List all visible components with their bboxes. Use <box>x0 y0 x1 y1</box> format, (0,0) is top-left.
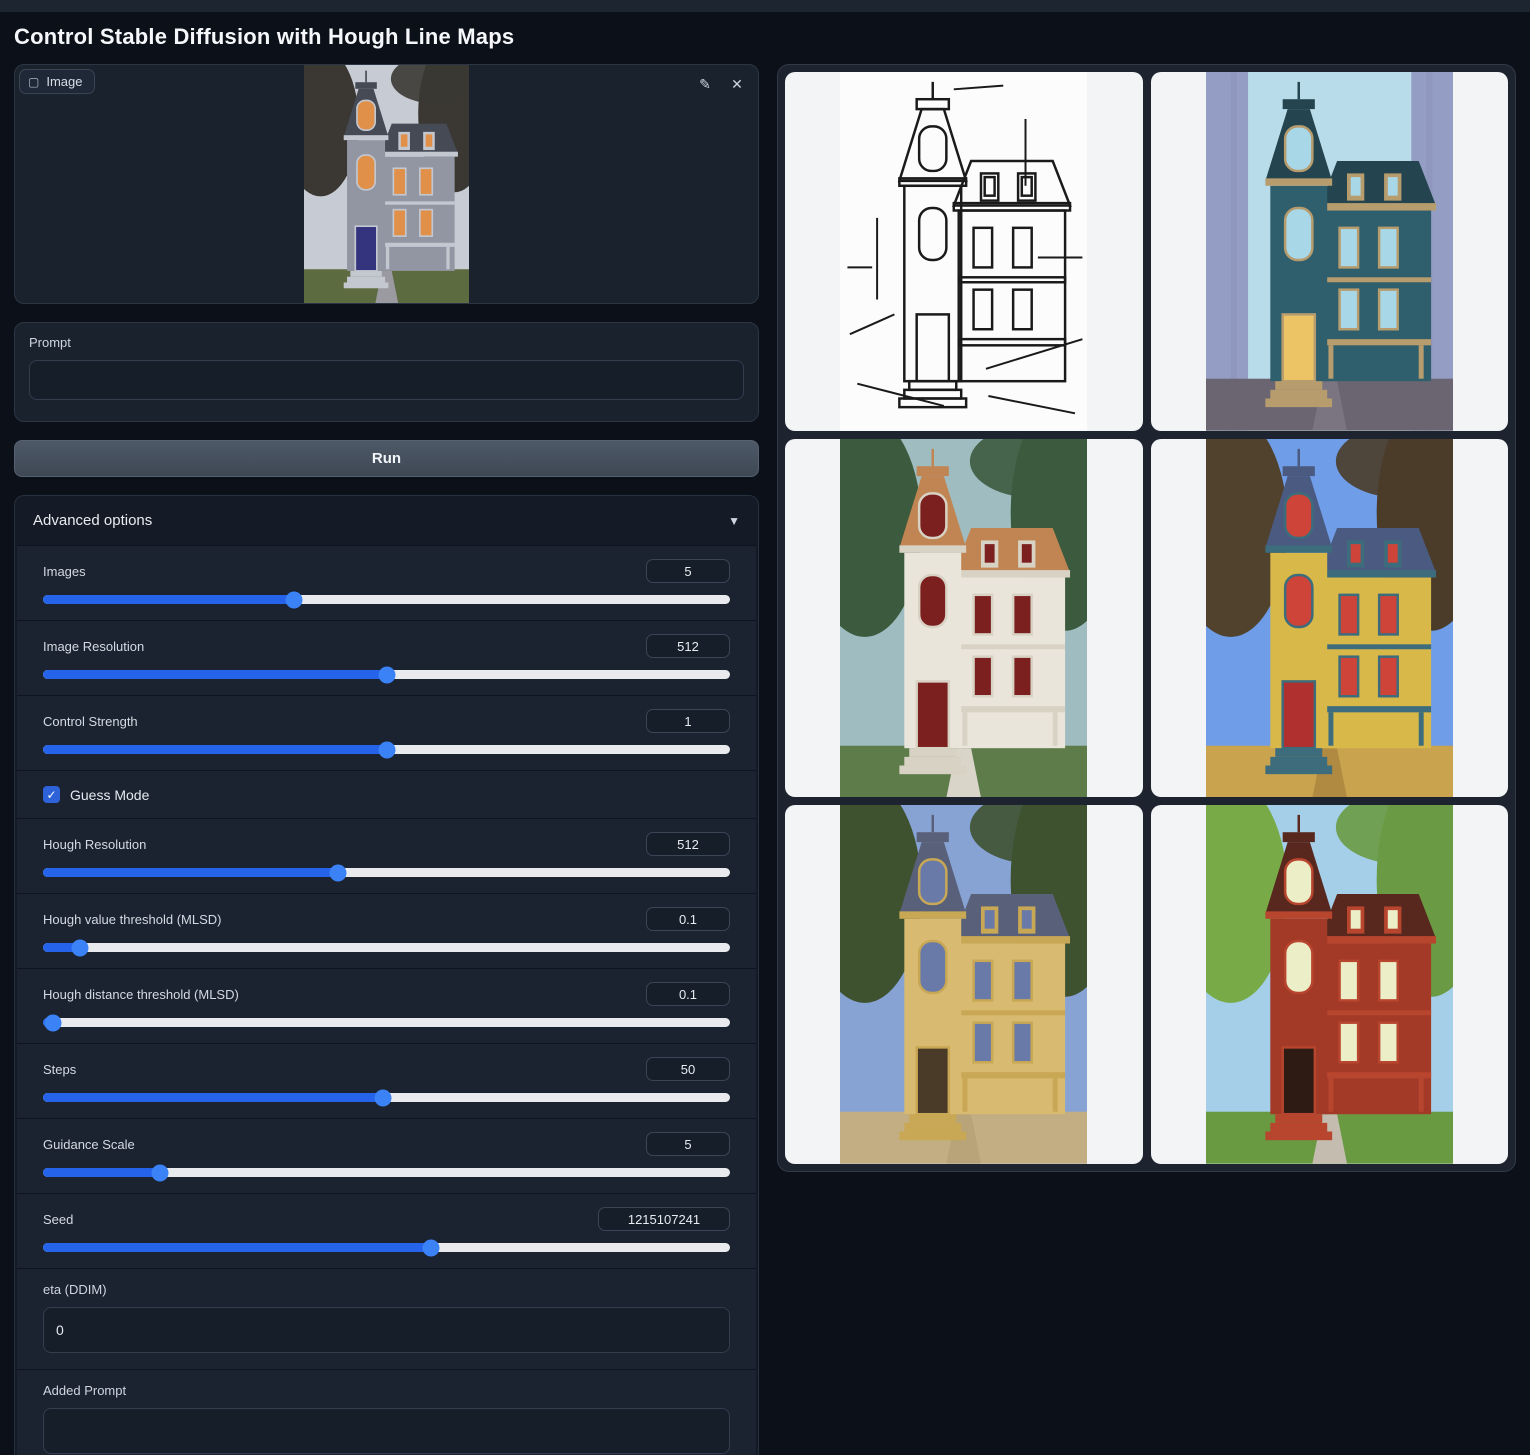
slider-thumb-images[interactable] <box>285 591 302 608</box>
slider-track-images[interactable] <box>43 595 730 604</box>
slider-thumb-hough-value-threshold-mlsd[interactable] <box>72 939 89 956</box>
close-icon[interactable]: ✕ <box>726 73 748 95</box>
slider-track-hough-distance-threshold-mlsd[interactable] <box>43 1018 730 1027</box>
slider-row-images: Images <box>17 545 756 620</box>
checkbox-guess-mode[interactable]: ✓ <box>43 786 60 803</box>
page-title: Control Stable Diffusion with Hough Line… <box>0 12 1530 64</box>
slider-track-guidance-scale[interactable] <box>43 1168 730 1177</box>
slider-thumb-seed[interactable] <box>423 1239 440 1256</box>
image-icon: ▢ <box>28 75 39 89</box>
advanced-options-title: Advanced options <box>33 512 152 529</box>
slider-row-seed: Seed <box>17 1193 756 1268</box>
slider-label-images: Images <box>43 564 86 579</box>
textbox-label-eta-ddim: eta (DDIM) <box>43 1282 730 1297</box>
run-button[interactable]: Run <box>14 440 759 477</box>
slider-row-control-strength: Control Strength <box>17 695 756 770</box>
slider-value-guidance-scale[interactable] <box>646 1132 730 1156</box>
gallery-item-teal-victorian-painting[interactable] <box>1151 72 1509 431</box>
slider-track-steps[interactable] <box>43 1093 730 1102</box>
yellow-teal-victorian-painting <box>1206 439 1453 798</box>
slider-value-steps[interactable] <box>646 1057 730 1081</box>
slider-label-image-resolution: Image Resolution <box>43 639 144 654</box>
prompt-label: Prompt <box>29 335 744 350</box>
image-panel-label: ▢ Image <box>19 69 95 94</box>
slider-track-hough-resolution[interactable] <box>43 868 730 877</box>
slider-track-control-strength[interactable] <box>43 745 730 754</box>
slider-track-hough-value-threshold-mlsd[interactable] <box>43 943 730 952</box>
slider-thumb-guidance-scale[interactable] <box>151 1164 168 1181</box>
slider-row-image-resolution: Image Resolution <box>17 620 756 695</box>
slider-value-seed[interactable] <box>598 1207 730 1231</box>
slider-label-hough-resolution: Hough Resolution <box>43 837 146 852</box>
textbox-input-added-prompt[interactable] <box>43 1408 730 1454</box>
slider-row-guidance-scale: Guidance Scale <box>17 1118 756 1193</box>
slider-row-hough-resolution: Hough Resolution <box>17 818 756 893</box>
victorian-house-photo <box>304 64 470 304</box>
gallery-item-red-brick-victorian-painting[interactable] <box>1151 805 1509 1164</box>
top-strip <box>0 0 1530 12</box>
slider-track-image-resolution[interactable] <box>43 670 730 679</box>
gallery-item-gold-victorian-painting[interactable] <box>785 805 1143 1164</box>
main-layout: ▢ Image ✎ ✕ Prompt Run Advanced options … <box>0 64 1530 1455</box>
slider-thumb-hough-resolution[interactable] <box>330 864 347 881</box>
advanced-options-rows: Images Image Resolution Control Strength <box>15 545 758 1455</box>
chevron-down-icon: ▼ <box>728 514 740 528</box>
slider-value-image-resolution[interactable] <box>646 634 730 658</box>
prompt-panel: Prompt <box>14 322 759 422</box>
slider-value-hough-value-threshold-mlsd[interactable] <box>646 907 730 931</box>
advanced-options-header[interactable]: Advanced options ▼ <box>15 496 758 545</box>
white-victorian-painting <box>840 439 1087 798</box>
controls-column: ▢ Image ✎ ✕ Prompt Run Advanced options … <box>14 64 759 1455</box>
slider-track-seed[interactable] <box>43 1243 730 1252</box>
textbox-row-eta-ddim: eta (DDIM) <box>17 1268 756 1369</box>
slider-row-hough-distance-threshold-mlsd: Hough distance threshold (MLSD) <box>17 968 756 1043</box>
slider-value-hough-resolution[interactable] <box>646 832 730 856</box>
textbox-row-added-prompt: Added Prompt <box>17 1369 756 1455</box>
slider-label-hough-distance-threshold-mlsd: Hough distance threshold (MLSD) <box>43 987 239 1002</box>
prompt-input[interactable] <box>29 360 744 400</box>
pencil-icon[interactable]: ✎ <box>694 73 716 95</box>
gold-victorian-painting <box>840 805 1087 1164</box>
slider-label-hough-value-threshold-mlsd: Hough value threshold (MLSD) <box>43 912 221 927</box>
output-gallery <box>777 64 1516 1172</box>
slider-thumb-hough-distance-threshold-mlsd[interactable] <box>45 1014 62 1031</box>
image-toolbar: ✎ ✕ <box>694 73 748 95</box>
image-label-text: Image <box>46 74 82 89</box>
gallery-item-white-victorian-painting[interactable] <box>785 439 1143 798</box>
gallery-item-yellow-teal-victorian-painting[interactable] <box>1151 439 1509 798</box>
textbox-input-eta-ddim[interactable] <box>43 1307 730 1353</box>
slider-row-steps: Steps <box>17 1043 756 1118</box>
slider-value-control-strength[interactable] <box>646 709 730 733</box>
slider-thumb-steps[interactable] <box>375 1089 392 1106</box>
hough-line-map <box>840 72 1087 431</box>
slider-row-hough-value-threshold-mlsd: Hough value threshold (MLSD) <box>17 893 756 968</box>
slider-label-guidance-scale: Guidance Scale <box>43 1137 135 1152</box>
red-brick-victorian-painting <box>1206 805 1453 1164</box>
input-image-panel: ▢ Image ✎ ✕ <box>14 64 759 304</box>
gallery-item-hough-line-map[interactable] <box>785 72 1143 431</box>
slider-label-control-strength: Control Strength <box>43 714 138 729</box>
checkbox-row-guess-mode: ✓ Guess Mode <box>17 770 756 818</box>
input-image-thumbnail[interactable] <box>304 64 470 304</box>
slider-thumb-control-strength[interactable] <box>378 741 395 758</box>
checkbox-label-guess-mode[interactable]: Guess Mode <box>70 787 149 803</box>
advanced-options-panel: Advanced options ▼ Images Image Resoluti… <box>14 495 759 1455</box>
slider-label-steps: Steps <box>43 1062 76 1077</box>
slider-thumb-image-resolution[interactable] <box>378 666 395 683</box>
teal-victorian-painting <box>1206 72 1453 431</box>
textbox-label-added-prompt: Added Prompt <box>43 1383 730 1398</box>
slider-value-hough-distance-threshold-mlsd[interactable] <box>646 982 730 1006</box>
slider-value-images[interactable] <box>646 559 730 583</box>
slider-label-seed: Seed <box>43 1212 73 1227</box>
